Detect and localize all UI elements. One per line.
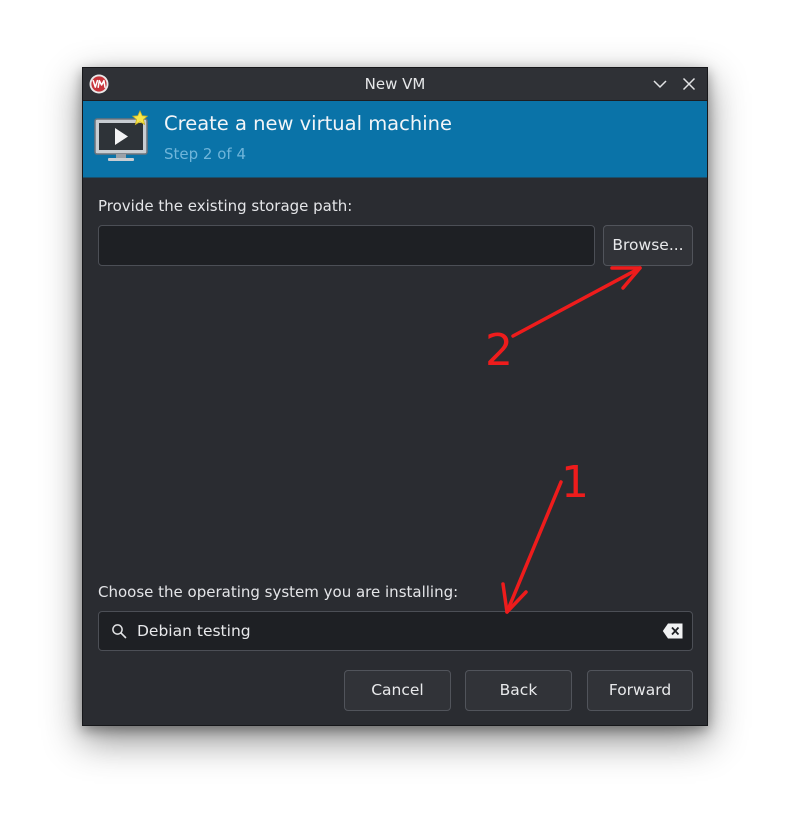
wizard-title: Create a new virtual machine	[164, 112, 452, 135]
os-label: Choose the operating system you are inst…	[98, 583, 459, 601]
storage-path-label: Provide the existing storage path:	[98, 197, 353, 215]
os-search-value[interactable]: Debian testing	[137, 612, 251, 650]
os-search-input[interactable]: Debian testing	[98, 611, 693, 651]
clear-text-icon[interactable]	[662, 622, 684, 640]
wizard-header: Create a new virtual machine Step 2 of 4	[83, 101, 707, 178]
title-bar[interactable]: New VM	[83, 68, 707, 101]
window-title: New VM	[364, 75, 426, 93]
browse-button[interactable]: Browse...	[603, 225, 693, 266]
new-vm-dialog: New VM Create a new virtual machine Step…	[82, 67, 708, 726]
screenshot: New VM Create a new virtual machine Step…	[0, 0, 790, 823]
wizard-step: Step 2 of 4	[164, 145, 247, 163]
storage-path-input[interactable]	[98, 225, 595, 266]
monitor-play-icon	[94, 110, 149, 161]
close-icon[interactable]	[681, 76, 697, 92]
chevron-down-icon[interactable]	[652, 76, 668, 92]
forward-button[interactable]: Forward	[587, 670, 693, 711]
search-icon	[112, 624, 127, 639]
cancel-button[interactable]: Cancel	[344, 670, 451, 711]
back-button[interactable]: Back	[465, 670, 572, 711]
